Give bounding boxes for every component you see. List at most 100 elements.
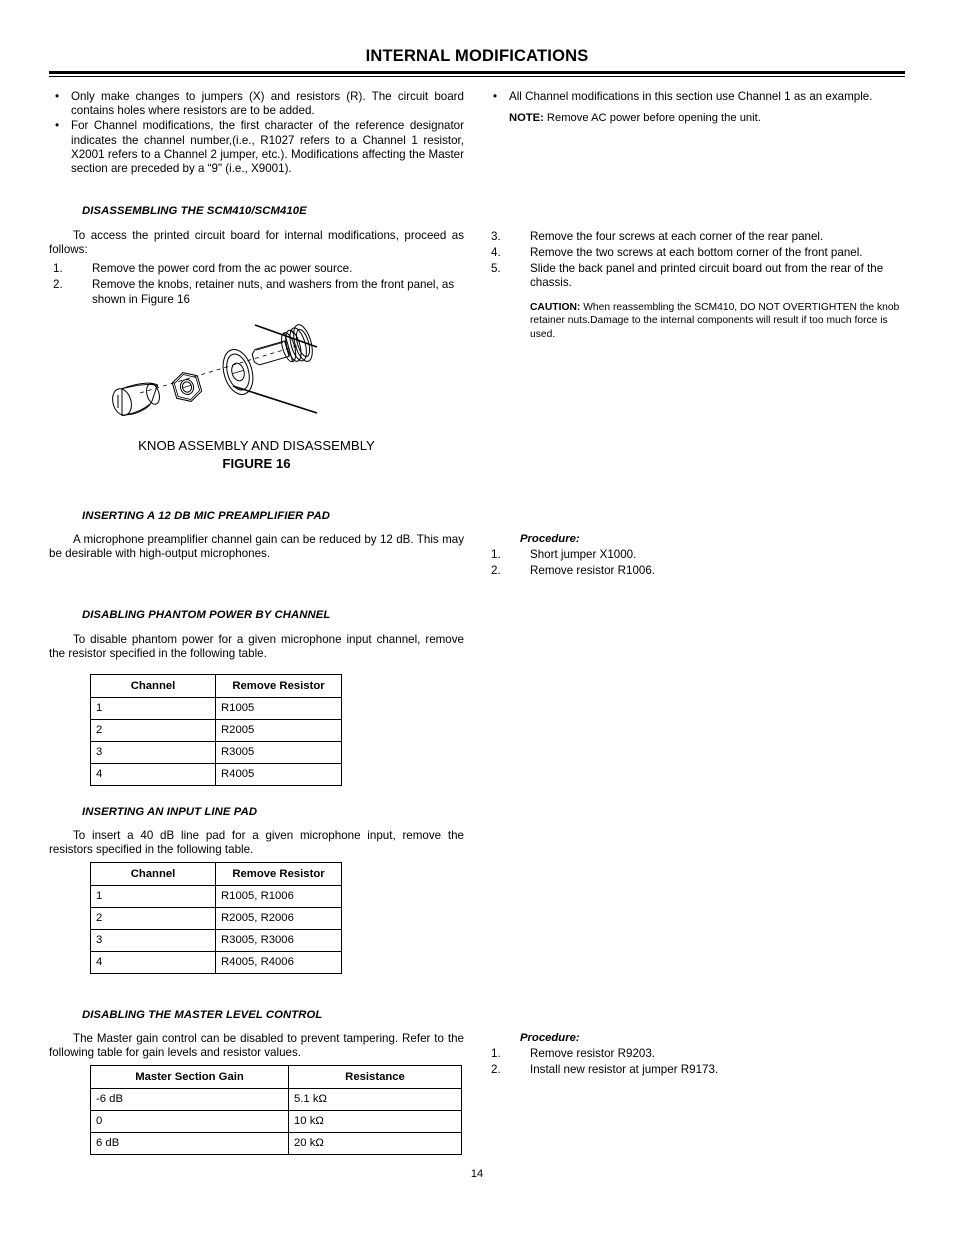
table-row: 0 10 kΩ [90,1110,462,1133]
list-number: 1. [491,548,501,561]
list-text: Remove the knobs, retainer nuts, and was… [92,277,455,306]
table-row: 4 R4005, R4006 [90,951,342,974]
section-heading-disassembly: DISASSEMBLING THE SCM410/SCM410E [82,205,307,217]
list-number: 2. [491,563,501,577]
cell-resistor: R2005 [215,719,342,742]
list-text: Short jumper X1000. [530,548,637,561]
cell-resistor: R4005 [215,763,342,786]
note-text: Remove AC power before opening the unit. [543,112,761,125]
table-row: 2 R2005, R2006 [90,907,342,930]
list-item: 3. Remove the four screws at each corner… [487,230,905,245]
section-heading-master-level: DISABLING THE MASTER LEVEL CONTROL [82,1009,323,1021]
caution-text: When reassembling the SCM410, DO NOT OVE… [530,302,900,340]
disassembly-steps-left: 1. Remove the power cord from the ac pow… [49,262,464,308]
bullet-dot: • [493,90,498,103]
table-row: 4 R4005 [90,763,342,786]
page-number: 14 [470,1168,484,1180]
list-text: Remove resistor R9203. [530,1047,656,1060]
section-heading-input-line-pad: INSERTING AN INPUT LINE PAD [82,806,258,818]
cell-gain: 6 dB [90,1132,289,1155]
list-item: 2. Install new resistor at jumper R9173. [487,1063,905,1078]
list-text: Remove the power cord from the ac power … [92,262,353,275]
list-number: 1. [491,1047,501,1060]
phantom-power-table-wrapper: Channel Remove Resistor 1 R1005 2 R2005 … [90,674,342,786]
figure-knob-assembly [95,315,405,440]
list-number: 1. [53,262,63,275]
bullet-text: Only make changes to jumpers (X) and res… [71,90,464,118]
header-rule-thick [49,71,905,74]
procedure-label: Procedure: [520,1032,580,1044]
cell-channel: 3 [90,929,216,952]
list-number: 3. [491,230,501,243]
list-text: Slide the back panel and printed circuit… [530,261,884,290]
bullet-dot: • [55,90,60,103]
column-header-remove-resistor: Remove Resistor [215,674,342,698]
list-number: 2. [491,1062,501,1076]
bullet-text: All Channel modifications in this sectio… [509,90,873,103]
cell-resistance: 5.1 kΩ [288,1088,462,1111]
bullet-dot: • [55,119,60,133]
list-item: 5. Slide the back panel and printed circ… [487,262,905,292]
list-number: 2. [53,277,63,291]
bullet-text: For Channel modifications, the first cha… [71,119,464,176]
list-text: Install new resistor at jumper R9173. [530,1062,719,1076]
column-header-master-section-gain: Master Section Gain [90,1065,289,1089]
list-item: 2. Remove resistor R1006. [487,564,905,579]
table-row: 2 R2005 [90,719,342,742]
cell-resistance: 10 kΩ [288,1110,462,1133]
intro-bullets-right: • All Channel modifications in this sect… [487,90,905,125]
master-level-body-text: The Master gain control can be disabled … [49,1032,464,1060]
list-item: 1. Remove resistor R9203. [487,1047,905,1062]
cell-resistor: R1005 [215,697,342,720]
column-header-channel: Channel [90,862,216,886]
document-page: INTERNAL MODIFICATIONS • Only make chang… [0,0,954,1235]
cell-channel: 2 [90,719,216,742]
cell-resistor: R3005, R3006 [215,929,342,952]
master-level-procedure: Procedure: 1. Remove resistor R9203. 2. … [487,1032,905,1079]
cell-resistor: R1005, R1006 [215,885,342,908]
list-item: • All Channel modifications in this sect… [487,90,905,104]
list-text: Remove the two screws at each bottom cor… [530,245,863,259]
section-heading-phantom-power: DISABLING PHANTOM POWER BY CHANNEL [82,609,331,621]
cell-resistor: R3005 [215,741,342,764]
cell-channel: 1 [90,697,216,720]
mic-pad-body-text: A microphone preamplifier channel gain c… [49,533,464,561]
list-item: • For Channel modifications, the first c… [49,119,464,176]
caution-block: CAUTION: When reassembling the SCM410, D… [487,301,905,341]
list-text: Remove resistor R1006. [530,563,656,577]
disassembly-steps-right: 3. Remove the four screws at each corner… [487,230,905,341]
table-row: 1 R1005 [90,697,342,720]
header-rule-thin [49,76,905,77]
page-title: INTERNAL MODIFICATIONS [365,47,589,65]
table-row: 1 R1005, R1006 [90,885,342,908]
figure-caption: KNOB ASSEMBLY AND DISASSEMBLY [138,438,375,453]
input-line-pad-table-wrapper: Channel Remove Resistor 1 R1005, R1006 2… [90,862,342,974]
note-label: NOTE: [509,112,544,125]
table-header-row: Channel Remove Resistor [90,674,342,698]
column-header-remove-resistor: Remove Resistor [215,862,342,886]
mic-pad-procedure: Procedure: 1. Short jumper X1000. 2. Rem… [487,533,905,580]
column-header-channel: Channel [90,674,216,698]
table-row: 6 dB 20 kΩ [90,1132,462,1155]
list-item: 1. Remove the power cord from the ac pow… [49,262,464,277]
procedure-label: Procedure: [520,533,580,545]
list-item: 4. Remove the two screws at each bottom … [487,246,905,261]
cell-gain: -6 dB [90,1088,289,1111]
table-row: -6 dB 5.1 kΩ [90,1088,462,1111]
cell-resistor: R2005, R2006 [215,907,342,930]
table-header-row: Master Section Gain Resistance [90,1065,462,1089]
list-item: 2. Remove the knobs, retainer nuts, and … [49,278,464,308]
section-heading-mic-pad: INSERTING A 12 DB MIC PREAMPLIFIER PAD [82,510,330,522]
master-level-table: Master Section Gain Resistance -6 dB 5.1… [90,1065,462,1155]
table-row: 3 R3005 [90,741,342,764]
cell-resistor: R4005, R4006 [215,951,342,974]
table-header-row: Channel Remove Resistor [90,862,342,886]
column-header-resistance: Resistance [288,1065,462,1089]
master-level-table-wrapper: Master Section Gain Resistance -6 dB 5.1… [90,1065,462,1155]
note-block: NOTE: Remove AC power before opening the… [487,111,905,125]
cell-channel: 2 [90,907,216,930]
cell-channel: 1 [90,885,216,908]
disassembly-intro-text: To access the printed circuit board for … [49,229,464,257]
cell-gain: 0 [90,1110,289,1133]
figure-number: FIGURE 16 [222,456,291,471]
